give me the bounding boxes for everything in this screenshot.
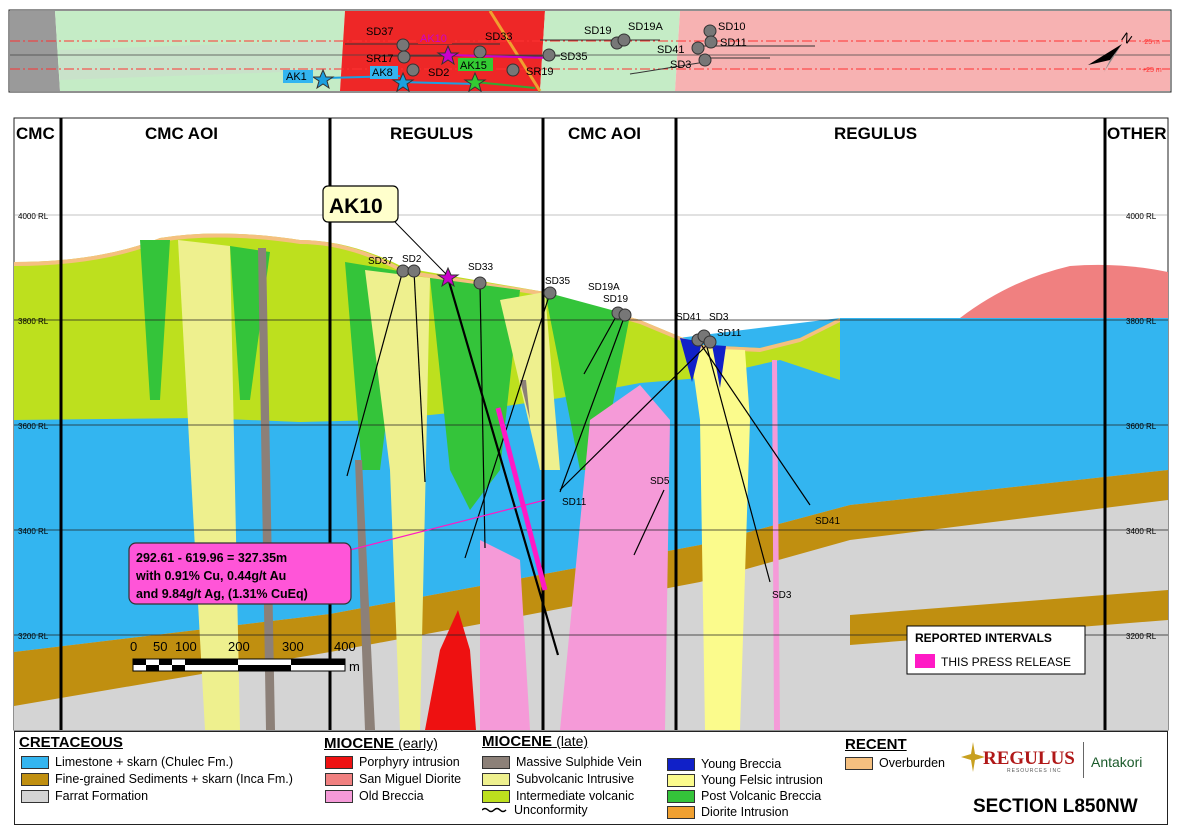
hole-label: SD11 xyxy=(717,328,742,339)
legend-item: Post Volcanic Breccia xyxy=(667,789,821,803)
antakori-logo: Antakori xyxy=(1091,754,1143,770)
hole-label: SD35 xyxy=(545,276,570,287)
legend-item: Unconformity xyxy=(482,803,588,817)
plan-label: AK8 xyxy=(372,67,393,79)
rl-label: 4000 RL xyxy=(1126,212,1157,221)
rl-label: 4000 RL xyxy=(18,212,49,221)
plan-label: SR19 xyxy=(526,66,554,78)
regulus-logo: REGULUS RESOURCES INC xyxy=(961,740,1079,784)
rl-label: 3400 RL xyxy=(18,527,49,536)
hole-label: SD11 xyxy=(562,497,587,508)
legend-item: Intermediate volcanic xyxy=(482,789,634,803)
legend-item: Fine-grained Sediments + skarn (Inca Fm.… xyxy=(21,772,293,786)
rl-label: 3400 RL xyxy=(1126,527,1157,536)
plan-label: SD19 xyxy=(584,25,612,37)
svg-text:THIS PRESS RELEASE: THIS PRESS RELEASE xyxy=(941,655,1071,669)
legend-miocene-late-title: MIOCENE (late) xyxy=(482,733,589,750)
legend-item: Young Felsic intrusion xyxy=(667,773,823,787)
plan-label: SD37 xyxy=(366,26,394,38)
hole-label: SD19A xyxy=(588,282,620,293)
tolerance-label: +25 m xyxy=(1142,67,1162,74)
legend-item: Old Breccia xyxy=(325,789,424,803)
plan-label: SR17 xyxy=(366,53,394,65)
rl-label: 3600 RL xyxy=(1126,422,1157,431)
domain-label: REGULUS xyxy=(834,124,917,143)
svg-text:200: 200 xyxy=(228,639,250,654)
rl-label: 3800 RL xyxy=(1126,317,1157,326)
section-title: SECTION L850NW xyxy=(973,796,1138,817)
plan-view: SD37 SR17 AK8 AK1 AK10 SD2 AK15 SD33 SR1… xyxy=(8,9,1172,93)
intercept-line1: 292.61 - 619.96 = 327.35m xyxy=(136,551,287,565)
legend-item: Young Breccia xyxy=(667,757,781,771)
hole-label: SD37 xyxy=(368,256,393,267)
plan-label: AK15 xyxy=(460,60,487,72)
legend-item: Diorite Intrusion xyxy=(667,805,789,819)
hole-label: SD3 xyxy=(709,312,729,323)
legend-miocene-early-title: MIOCENE (early) xyxy=(324,735,438,752)
domain-label: OTHER xyxy=(1107,124,1167,143)
rl-label: 3800 RL xyxy=(18,317,49,326)
legend-item: San Miguel Diorite xyxy=(325,772,461,786)
legend-item: Limestone + skarn (Chulec Fm.) xyxy=(21,755,233,769)
rl-label: 3200 RL xyxy=(18,632,49,641)
svg-text:AK10: AK10 xyxy=(329,195,383,218)
svg-text:400: 400 xyxy=(334,639,356,654)
plan-label: SD33 xyxy=(485,31,513,43)
cross-section: CMC CMC AOI REGULUS CMC AOI REGULUS OTHE… xyxy=(13,117,1169,731)
reported-intervals-box: REPORTED INTERVALS THIS PRESS RELEASE xyxy=(906,625,1086,675)
legend-item: Overburden xyxy=(845,756,945,770)
legend-item: Porphyry intrusion xyxy=(325,755,460,769)
plan-label: SD19A xyxy=(628,21,664,33)
svg-text:50: 50 xyxy=(153,639,167,654)
legend-recent-title: RECENT xyxy=(845,736,907,753)
hole-label: SD41 xyxy=(815,516,840,527)
plan-label: SD3 xyxy=(670,59,691,71)
domain-label: REGULUS xyxy=(390,124,473,143)
svg-text:0: 0 xyxy=(130,639,137,654)
plan-label: AK1 xyxy=(286,71,307,83)
domain-label: CMC AOI xyxy=(568,124,641,143)
legend: CRETACEOUS Limestone + skarn (Chulec Fm.… xyxy=(14,731,1168,825)
intercept-line3: and 9.84g/t Ag, (1.31% CuEq) xyxy=(136,587,308,601)
svg-text:m: m xyxy=(349,659,360,674)
unconformity-icon xyxy=(482,807,507,813)
plan-label: SD2 xyxy=(428,67,449,79)
plan-label: SD41 xyxy=(657,44,685,56)
rl-label: 3200 RL xyxy=(1126,632,1157,641)
plan-label: SD11 xyxy=(720,37,747,49)
hole-label: SD19 xyxy=(603,294,628,305)
star-logo-icon xyxy=(961,742,985,772)
hole-label: SD3 xyxy=(772,590,792,601)
tolerance-label: -25 m xyxy=(1142,39,1160,46)
geological-section-figure: SD37 SR17 AK8 AK1 AK10 SD2 AK15 SD33 SR1… xyxy=(8,9,1172,731)
plan-label: AK10 xyxy=(420,33,447,45)
plan-label: SD35 xyxy=(560,51,588,63)
hole-label: SD41 xyxy=(676,312,701,323)
domain-label: CMC AOI xyxy=(145,124,218,143)
svg-text:REPORTED INTERVALS: REPORTED INTERVALS xyxy=(915,631,1052,645)
svg-text:100: 100 xyxy=(175,639,197,654)
hole-label: SD2 xyxy=(402,254,422,265)
plan-label: SD10 xyxy=(718,21,746,33)
hole-label: SD33 xyxy=(468,262,493,273)
legend-item: Massive Sulphide Vein xyxy=(482,755,642,769)
domain-label: CMC xyxy=(16,124,55,143)
svg-text:300: 300 xyxy=(282,639,304,654)
hole-label: SD5 xyxy=(650,476,670,487)
legend-item: Farrat Formation xyxy=(21,789,148,803)
intercept-line2: with 0.91% Cu, 0.44g/t Au xyxy=(135,569,286,583)
legend-cretaceous-title: CRETACEOUS xyxy=(19,734,123,751)
legend-item: Subvolcanic Intrusive xyxy=(482,772,634,786)
rl-label: 3600 RL xyxy=(18,422,49,431)
